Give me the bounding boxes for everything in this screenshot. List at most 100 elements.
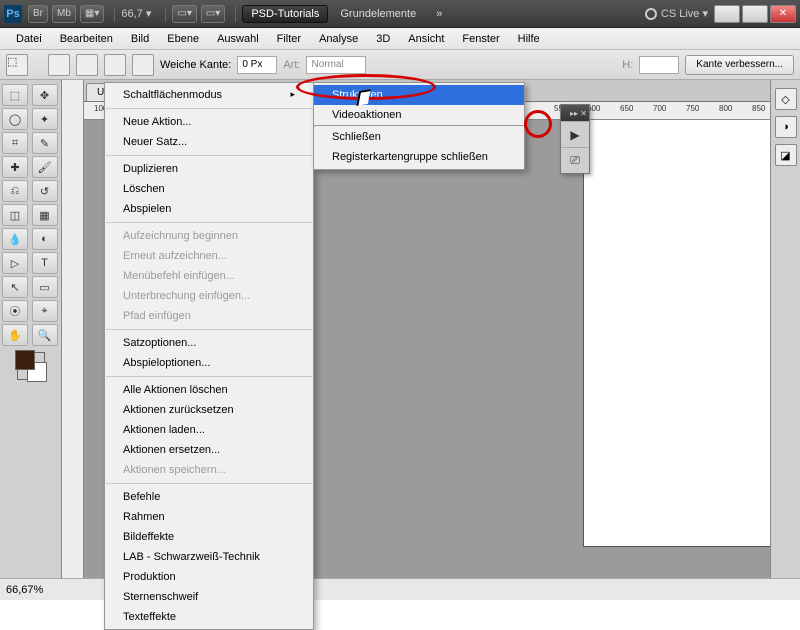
wand-tool[interactable]: ✦ [32, 108, 58, 130]
swatches-panel-icon[interactable]: ◇ [775, 88, 797, 110]
stamp-tool[interactable]: ⎌ [2, 180, 28, 202]
submenu-item[interactable]: Registerkartengruppe schließen [314, 147, 524, 167]
menu-item[interactable]: Produktion [105, 567, 313, 587]
shape-tool[interactable]: ▭ [32, 276, 58, 298]
menu-fenster[interactable]: Fenster [454, 30, 507, 48]
window-close[interactable]: ✕ [770, 5, 796, 23]
menu-auswahl[interactable]: Auswahl [209, 30, 267, 48]
menu-item[interactable]: Abspieloptionen... [105, 353, 313, 373]
cslive-dropdown[interactable]: CS Live ▾ [661, 7, 708, 20]
actions-flyout-submenu: StrukturenVideoaktionenSchließenRegister… [313, 82, 525, 170]
menu-item: Unterbrechung einfügen... [105, 286, 313, 306]
menu-ansicht[interactable]: Ansicht [400, 30, 452, 48]
menu-item: Aufzeichnung beginnen [105, 226, 313, 246]
layers-panel-icon[interactable]: ◪ [775, 144, 797, 166]
menu-analyse[interactable]: Analyse [311, 30, 366, 48]
menu-hilfe[interactable]: Hilfe [510, 30, 548, 48]
path-tool[interactable]: ↖ [2, 276, 28, 298]
tools-panel: ⬚✥ ◯✦ ⌗✎ ✚🖌 ⎌↺ ◫▦ 💧◐ ▷T ↖▭ ⦿⌖ ✋🔍 [0, 80, 62, 578]
menu-item[interactable]: Rahmen [105, 507, 313, 527]
sel-sub-icon[interactable] [104, 54, 126, 76]
menu-item: Erneut aufzeichnen... [105, 246, 313, 266]
move-tool[interactable]: ✥ [32, 84, 58, 106]
window-minimize[interactable]: ─ [714, 5, 740, 23]
heal-tool[interactable]: ✚ [2, 156, 28, 178]
style-select[interactable]: Normal [306, 56, 366, 74]
actions-play-icon[interactable]: ▶ [561, 121, 589, 147]
pen-tool[interactable]: ▷ [2, 252, 28, 274]
height-input[interactable] [639, 56, 679, 74]
zoom-dropdown[interactable]: 66,7 ▾ [121, 7, 151, 20]
marquee-tool[interactable]: ⬚ [2, 84, 28, 106]
3d-tool[interactable]: ⦿ [2, 300, 28, 322]
menu-ebene[interactable]: Ebene [159, 30, 207, 48]
actions-tool-icon[interactable]: ⎚ [561, 147, 589, 173]
bridge-button[interactable]: Br [28, 5, 48, 23]
workspace-inactive[interactable]: Grundelemente [332, 6, 424, 22]
submenu-item[interactable]: Videoaktionen [314, 105, 524, 125]
actions-panel-collapsed[interactable]: ▸▸ ✕ ▶ ⎚ [560, 104, 590, 174]
app-titlebar: Ps Br Mb ▦▾ 66,7 ▾ ▭▾ ▭▾ PSD-Tutorials G… [0, 0, 800, 28]
lasso-tool[interactable]: ◯ [2, 108, 28, 130]
screenmode-button[interactable]: ▭▾ [201, 5, 225, 23]
menu-bearbeiten[interactable]: Bearbeiten [52, 30, 121, 48]
menu-item[interactable]: Texteffekte [105, 607, 313, 627]
menu-datei[interactable]: Datei [8, 30, 50, 48]
history-tool[interactable]: ↺ [32, 180, 58, 202]
menu-item[interactable]: Schaltflächenmodus [105, 85, 313, 105]
menu-item[interactable]: Befehle [105, 487, 313, 507]
menu-item[interactable]: Duplizieren [105, 159, 313, 179]
gradient-tool[interactable]: ▦ [32, 204, 58, 226]
menu-item[interactable]: Aktionen laden... [105, 420, 313, 440]
3dcam-tool[interactable]: ⌖ [32, 300, 58, 322]
right-panel-dock: ◇ ◑ ◪ [770, 80, 800, 578]
sel-new-icon[interactable] [48, 54, 70, 76]
blur-tool[interactable]: 💧 [2, 228, 28, 250]
menu-bild[interactable]: Bild [123, 30, 157, 48]
type-tool[interactable]: T [32, 252, 58, 274]
menu-item[interactable]: Alle Aktionen löschen [105, 380, 313, 400]
style-label: Art: [283, 59, 300, 71]
ruler-vertical [62, 80, 84, 578]
menubar: Datei Bearbeiten Bild Ebene Auswahl Filt… [0, 28, 800, 50]
menu-item[interactable]: LAB - Schwarzweiß-Technik [105, 547, 313, 567]
canvas[interactable] [584, 120, 770, 546]
minibridge-button[interactable]: Mb [52, 5, 76, 23]
menu-item[interactable]: Abspielen [105, 199, 313, 219]
tool-preset-icon[interactable]: ⬚ [6, 54, 28, 76]
menu-item[interactable]: Sternenschweif [105, 587, 313, 607]
menu-item[interactable]: Löschen [105, 179, 313, 199]
eyedrop-tool[interactable]: ✎ [32, 132, 58, 154]
feather-input[interactable]: 0 Px [237, 56, 277, 74]
submenu-item[interactable]: Schließen [314, 127, 524, 147]
view-extras-button[interactable]: ▭▾ [172, 5, 196, 23]
refine-edge-button[interactable]: Kante verbessern... [685, 55, 794, 75]
window-maximize[interactable]: ☐ [742, 5, 768, 23]
status-zoom[interactable]: 66,67% [6, 584, 43, 596]
menu-3d[interactable]: 3D [368, 30, 398, 48]
zoom-tool[interactable]: 🔍 [32, 324, 58, 346]
workspace-more[interactable]: » [428, 6, 450, 22]
menu-item[interactable]: Neuer Satz... [105, 132, 313, 152]
crop-tool[interactable]: ⌗ [2, 132, 28, 154]
actions-panel-header[interactable]: ▸▸ ✕ [561, 105, 589, 121]
arrange-button[interactable]: ▦▾ [80, 5, 104, 23]
menu-item[interactable]: Neue Aktion... [105, 112, 313, 132]
menu-item[interactable]: Aktionen zurücksetzen [105, 400, 313, 420]
sel-add-icon[interactable] [76, 54, 98, 76]
eraser-tool[interactable]: ◫ [2, 204, 28, 226]
color-swatches[interactable] [17, 352, 45, 380]
brush-tool[interactable]: 🖌 [32, 156, 58, 178]
dodge-tool[interactable]: ◐ [32, 228, 58, 250]
menu-item: Menübefehl einfügen... [105, 266, 313, 286]
menu-filter[interactable]: Filter [269, 30, 309, 48]
workspace-active[interactable]: PSD-Tutorials [242, 5, 328, 23]
menu-item[interactable]: Aktionen ersetzen... [105, 440, 313, 460]
menu-item[interactable]: Satzoptionen... [105, 333, 313, 353]
feather-label: Weiche Kante: [160, 59, 231, 71]
color-panel-icon[interactable]: ◑ [775, 116, 797, 138]
menu-item[interactable]: Bildeffekte [105, 527, 313, 547]
submenu-item[interactable]: Strukturen [314, 85, 524, 105]
hand-tool[interactable]: ✋ [2, 324, 28, 346]
sel-int-icon[interactable] [132, 54, 154, 76]
